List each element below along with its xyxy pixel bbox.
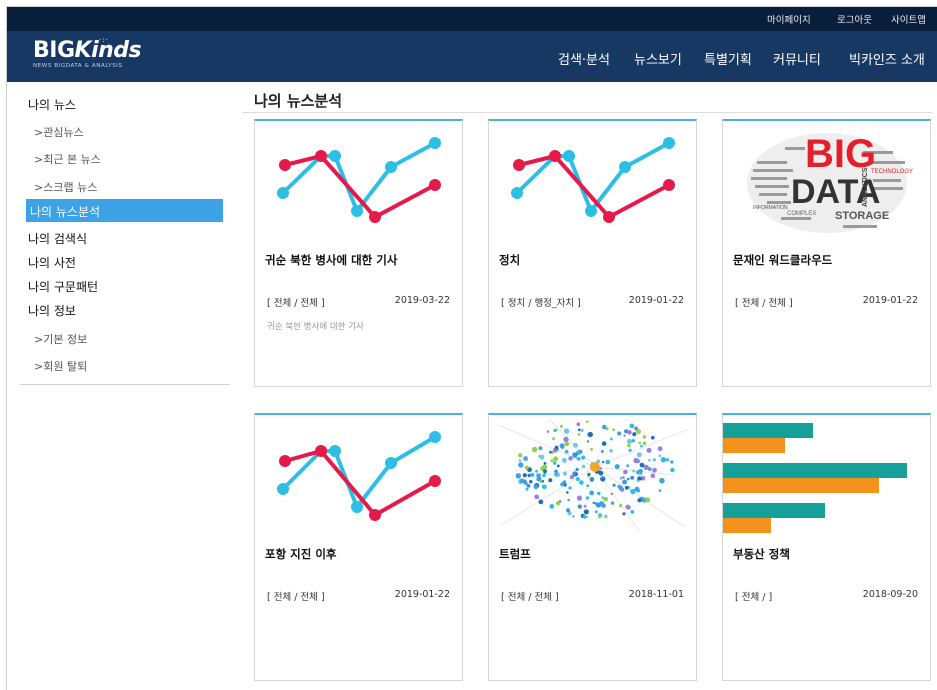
card-category: [ 전체 / 전체 ] — [267, 298, 325, 309]
card-category: [ 전체 / 전체 ] — [501, 592, 559, 603]
card-description: 귀순 북한 병사에 대한 기사 — [267, 322, 364, 332]
card-category: [ 전체 / ] — [735, 592, 773, 603]
sidebar-item-interest-news[interactable]: >관심뉴스 — [34, 124, 84, 140]
svg-text:ANALYTICS: ANALYTICS — [862, 167, 869, 207]
line-chart-icon — [255, 415, 462, 535]
sidebar-item-recent-news[interactable]: >최근 본 뉴스 — [34, 151, 101, 167]
card-category: [ 전체 / 전체 ] — [267, 592, 325, 603]
sidebar-item-my-search-query[interactable]: 나의 검색식 — [28, 230, 87, 247]
card-title: 부동산 정책 — [733, 547, 790, 561]
card-title: 귀순 북한 병사에 대한 기사 — [265, 253, 398, 267]
nav-community[interactable]: 커뮤니티 — [773, 49, 821, 68]
analysis-card[interactable]: BIG DATA STORAGE ANALYTICS TECHNOLOGY IN… — [722, 119, 931, 387]
card-date: 2019-03-22 — [394, 295, 450, 306]
logo[interactable]: BIGKinds NEWS BIGDATA & ANALYSIS ·:· — [33, 36, 142, 69]
network-graph-image — [489, 415, 696, 535]
svg-text:TECHNOLOGY: TECHNOLOGY — [871, 169, 913, 175]
card-title: 정치 — [499, 253, 521, 267]
page-title: 나의 뉴스분석 — [254, 92, 343, 110]
main-header: BIGKinds NEWS BIGDATA & ANALYSIS ·:· 검색·… — [7, 31, 937, 82]
sidebar-item-my-pattern[interactable]: 나의 구문패턴 — [28, 278, 98, 295]
card-date: 2019-01-22 — [394, 589, 450, 600]
analysis-card[interactable]: 부동산 정책 [ 전체 / ] 2018-09-20 — [722, 413, 931, 681]
sidebar: 나의 뉴스 >관심뉴스 >최근 본 뉴스 >스크랩 뉴스 나의 뉴스분석 나의 … — [20, 86, 230, 385]
title-divider — [242, 112, 932, 113]
card-title: 문재인 워드클라우드 — [733, 253, 833, 267]
card-category: [ 전체 / 전체 ] — [735, 298, 793, 309]
card-title: 포항 지진 이후 — [265, 547, 337, 561]
nav-search-analysis[interactable]: 검색·분석 — [558, 49, 610, 68]
word-cloud-image: BIG DATA STORAGE ANALYTICS TECHNOLOGY IN… — [723, 121, 930, 241]
sidebar-item-scrap-news[interactable]: >스크랩 뉴스 — [34, 179, 97, 195]
sidebar-item-my-news[interactable]: 나의 뉴스 — [28, 96, 76, 113]
svg-text:COMPLEX: COMPLEX — [787, 211, 816, 217]
logout-link[interactable]: 로그아웃 — [837, 12, 872, 26]
analysis-card[interactable]: 정치 [ 정치 / 행정_자치 ] 2019-01-22 — [488, 119, 697, 387]
line-chart-icon — [489, 121, 696, 241]
analysis-card[interactable]: 귀순 북한 병사에 대한 기사 [ 전체 / 전체 ] 2019-03-22 귀… — [254, 119, 463, 387]
card-date: 2019-01-22 — [628, 295, 684, 306]
nav-special[interactable]: 특별기획 — [704, 49, 752, 68]
sitemap-link[interactable]: 사이트맵 — [891, 12, 926, 26]
nav-about[interactable]: 빅카인즈 소개 — [849, 49, 925, 68]
svg-text:INFORMATION: INFORMATION — [753, 205, 788, 211]
line-chart-icon — [255, 121, 462, 241]
card-title: 트럼프 — [499, 547, 531, 561]
card-date: 2018-09-20 — [862, 589, 918, 600]
sidebar-item-basic-info[interactable]: >기본 정보 — [34, 331, 87, 347]
nav-news-view[interactable]: 뉴스보기 — [634, 49, 682, 68]
card-date: 2019-01-22 — [862, 295, 918, 306]
mypage-link[interactable]: 마이페이지 — [767, 12, 811, 26]
analysis-card[interactable]: 트럼프 [ 전체 / 전체 ] 2018-11-01 — [488, 413, 697, 681]
sidebar-item-withdraw[interactable]: >회원 탈퇴 — [34, 358, 87, 374]
sidebar-item-my-news-analysis[interactable]: 나의 뉴스분석 — [26, 199, 223, 222]
card-date: 2018-11-01 — [628, 589, 684, 600]
card-category: [ 정치 / 행정_자치 ] — [501, 298, 581, 309]
sidebar-item-my-dictionary[interactable]: 나의 사전 — [28, 254, 76, 271]
bar-chart-icon — [723, 415, 930, 535]
sidebar-item-my-info[interactable]: 나의 정보 — [28, 302, 76, 319]
analysis-card[interactable]: 포항 지진 이후 [ 전체 / 전체 ] 2019-01-22 — [254, 413, 463, 681]
svg-text:STORAGE: STORAGE — [835, 210, 889, 222]
utility-bar: 마이페이지 로그아웃 사이트맵 — [7, 7, 937, 31]
